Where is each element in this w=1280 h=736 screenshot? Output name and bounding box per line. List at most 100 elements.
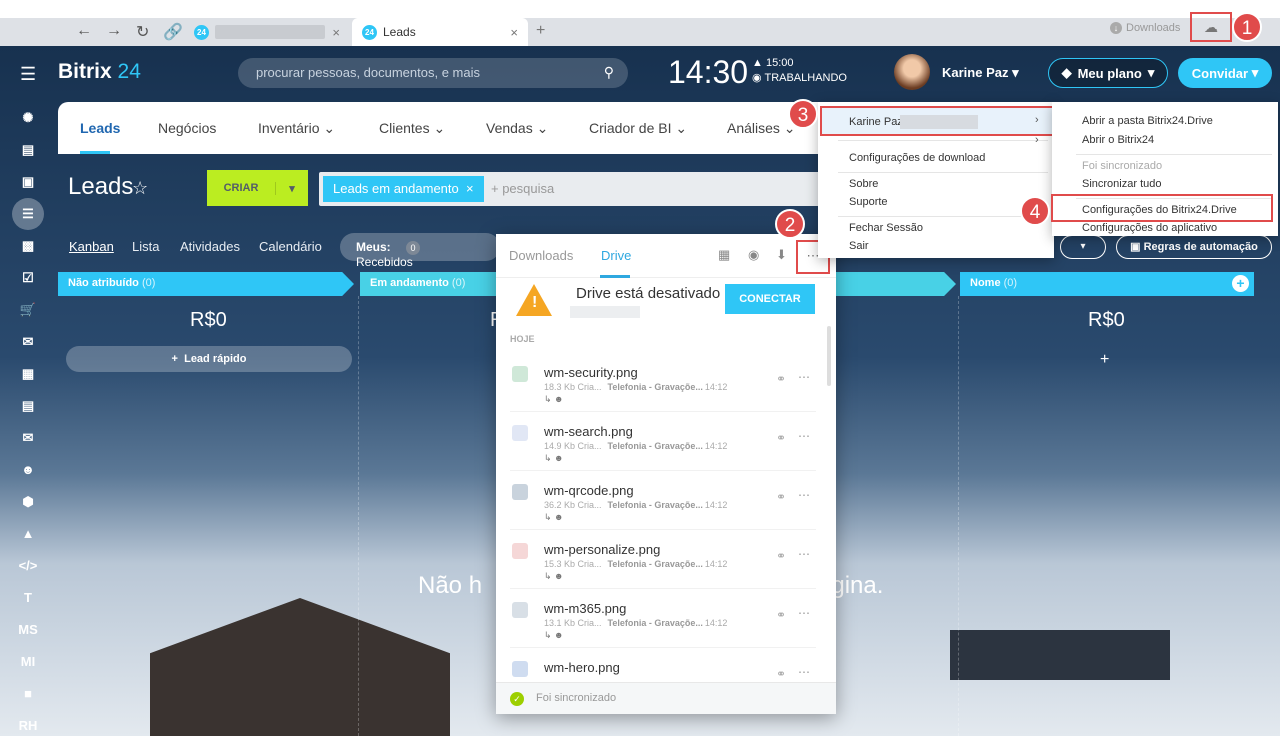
sidebar-item-ms[interactable]: MS [14,618,42,642]
tab-sales[interactable]: Vendas ⌄ [486,120,548,137]
menu-item-logout[interactable]: Fechar Sessão [849,222,923,234]
list-item[interactable]: wm-hero.png ⚭ ⋯ [510,649,816,682]
hamburger-menu-icon[interactable]: ☰ [20,64,36,85]
list-item[interactable]: wm-personalize.png 15.3 Kb Cria... Telefo… [510,531,816,589]
menu-item-open-bitrix[interactable]: Abrir o Bitrix24 [1082,134,1154,146]
user-menu[interactable]: Karine Paz ▾ [942,65,1019,81]
more-icon[interactable]: ⋯ [798,429,810,443]
link-icon[interactable]: ⚭ [776,667,786,681]
list-item[interactable]: wm-security.png 18.3 Kb Cria... Telefonia… [510,354,816,412]
filter-chip[interactable]: Leads em andamento × [323,176,484,202]
sidebar-settings-icon[interactable]: ✺ [14,106,42,130]
sidebar-calendar-icon[interactable]: ▦ [14,362,42,386]
calendar-icon[interactable]: ▦ [718,247,730,263]
tab-downloads[interactable]: Downloads [509,248,573,263]
tab-clients[interactable]: Clientes ⌄ [379,120,445,137]
view-activities[interactable]: Atividades [180,239,240,254]
download-icon[interactable]: ⬇ [776,247,787,263]
my-counters[interactable]: Meus: 0 Recebidos [340,233,500,269]
list-item[interactable]: wm-m365.png 13.1 Kb Cria... Telefonia - G… [510,590,816,648]
sidebar-cart-icon[interactable]: 🛒 [14,298,42,322]
search-input[interactable]: procurar pessoas, documentos, e mais ⚲ [238,58,628,88]
sidebar-team-icon[interactable]: ☻ [14,458,42,482]
work-day-status[interactable]: ▲ 15:00 ◉ TRABALHANDO [752,56,847,86]
menu-item-open-folder[interactable]: Abrir a pasta Bitrix24.Drive [1082,115,1213,127]
tab-inventory[interactable]: Inventário ⌄ [258,120,335,137]
sidebar-code-icon[interactable]: </> [14,554,42,578]
menu-item-download-settings[interactable]: Configurações de download [849,152,985,164]
scrollbar[interactable] [827,326,831,386]
forward-icon[interactable]: → [106,22,122,42]
automation-rules-button[interactable]: ▣ Regras de automação [1116,235,1272,259]
filter-search-input[interactable]: + pesquisa [491,181,554,196]
browser-tab-blurred[interactable]: 24 × [184,18,350,46]
quick-lead-button[interactable]: + Lead rápido [66,346,352,372]
new-tab-icon[interactable]: + [536,22,545,40]
more-icon[interactable]: ⋯ [798,606,810,620]
sidebar-chat-icon[interactable]: ✉ [14,330,42,354]
sidebar-item-mi[interactable]: MI [14,650,42,674]
my-plan-button[interactable]: ◆ Meu plano ▾ [1048,58,1168,88]
tab-leads[interactable]: Leads [80,120,120,136]
menu-item-drive-settings[interactable]: Configurações do Bitrix24.Drive [1082,204,1237,216]
tab-deals[interactable]: Negócios [158,120,216,136]
close-icon[interactable]: × [462,181,474,196]
link-icon[interactable]: ⚭ [776,431,786,445]
add-column-icon[interactable]: + [1232,275,1249,292]
sidebar-crm-icon[interactable]: ☰ [12,198,44,230]
search-icon[interactable]: ⚲ [604,64,614,81]
link-icon[interactable]: ⚭ [776,608,786,622]
more-icon[interactable]: ⋯ [798,370,810,384]
menu-item-app-settings[interactable]: Configurações do aplicativo [1082,222,1217,234]
sidebar-checklist-icon[interactable]: ☑ [14,266,42,290]
invite-button[interactable]: Convidar ▾ [1178,58,1272,88]
tab-drive[interactable]: Drive [601,248,631,263]
sidebar-mail-icon[interactable]: ✉ [14,426,42,450]
avatar[interactable] [894,54,930,90]
bitrix-logo[interactable]: Bitrix 24 [58,60,141,84]
more-icon[interactable]: ⋯ [798,488,810,502]
star-icon[interactable]: ☆ [132,178,148,199]
browser-tab-leads[interactable]: 24 Leads × [352,18,528,46]
close-tab-icon[interactable]: × [510,25,518,40]
sidebar-document-icon[interactable]: ▤ [14,394,42,418]
more-icon[interactable]: ⋯ [798,547,810,561]
kanban-column-header[interactable]: Não atribuído (0) [58,272,354,296]
sidebar-tasks-icon[interactable]: ▣ [14,170,42,194]
more-icon[interactable]: ⋯ [798,665,810,679]
close-tab-icon[interactable]: × [332,25,340,40]
chevron-down-icon[interactable]: ▾ [275,181,308,195]
sidebar-marketing-icon[interactable]: ▲ [14,522,42,546]
tab-bi-builder[interactable]: Criador de BI ⌄ [589,120,687,137]
reload-icon[interactable]: ↻ [136,22,149,42]
link-icon[interactable]: ⚭ [776,490,786,504]
view-kanban[interactable]: Kanban [69,239,114,254]
menu-item-exit[interactable]: Sair [849,240,869,252]
sidebar-item-rh[interactable]: RH [14,714,42,736]
connect-button[interactable]: CONECTAR [725,284,815,314]
filter-search-field[interactable]: Leads em andamento × + pesquisa [319,172,839,206]
sidebar-drive-icon[interactable]: ▤ [14,138,42,162]
view-list[interactable]: Lista [132,239,159,254]
downloads-link[interactable]: ↓ Downloads [1110,22,1180,34]
view-calendar[interactable]: Calendário [259,239,322,254]
list-item[interactable]: wm-qrcode.png 36.2 Kb Cria... Telefonia -… [510,472,816,530]
link-icon[interactable]: ⚭ [776,372,786,386]
menu-item-support[interactable]: Suporte [849,196,888,208]
back-icon[interactable]: ← [76,22,92,42]
add-item-icon[interactable]: + [1100,351,1109,369]
kanban-column-header[interactable]: Nome (0) [960,272,1254,296]
tab-analytics[interactable]: Análises ⌄ [727,120,796,137]
menu-item-about[interactable]: Sobre [849,178,878,190]
settings-dropdown-button[interactable]: ▾ [1060,235,1106,259]
sidebar-item-t[interactable]: T [14,586,42,610]
create-button[interactable]: CRIAR ▾ [207,170,308,206]
list-item[interactable]: wm-search.png 14.9 Kb Cria... Telefonia -… [510,413,816,471]
sidebar-box-icon[interactable]: ⬢ [14,490,42,514]
link-icon[interactable]: 🔗 [163,22,183,42]
globe-icon[interactable]: ◉ [748,247,759,263]
menu-item-sync-all[interactable]: Sincronizar tudo [1082,178,1162,190]
sidebar-robot-icon[interactable]: ■ [14,682,42,706]
link-icon[interactable]: ⚭ [776,549,786,563]
bitrix-drive-cloud-button[interactable]: ☁ [1190,12,1232,42]
